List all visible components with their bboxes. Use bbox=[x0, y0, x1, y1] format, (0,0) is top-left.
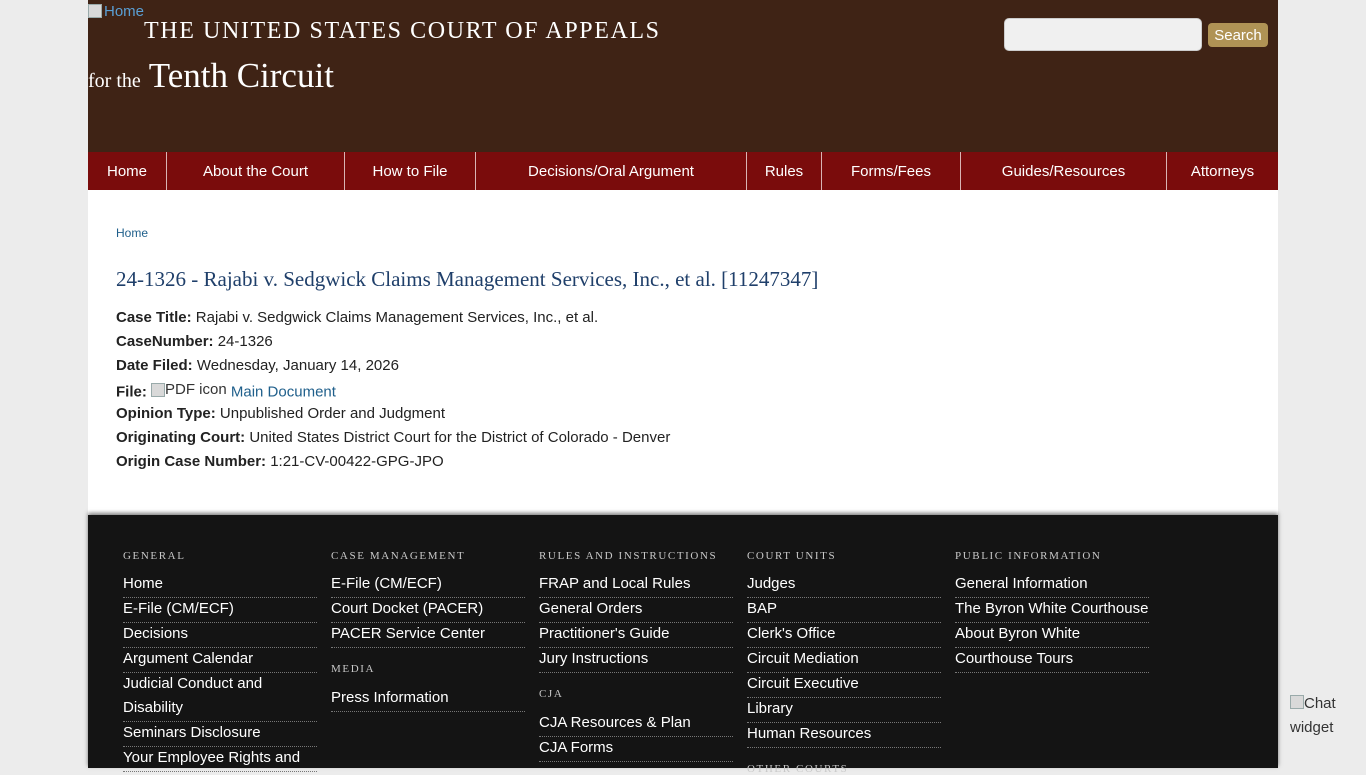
footer-heading-general: GENERAL bbox=[123, 550, 186, 562]
footer-link[interactable]: Your Employee Rights and bbox=[123, 746, 317, 772]
footer-heading-public-information: PUBLIC INFORMATION bbox=[955, 550, 1102, 562]
case-title-row: Case Title: Rajabi v. Sedgwick Claims Ma… bbox=[116, 309, 598, 326]
footer-heading-rules: RULES AND INSTRUCTIONS bbox=[539, 550, 718, 562]
home-logo-alt: Home bbox=[104, 2, 145, 20]
pdf-icon-alt: PDF icon bbox=[165, 381, 227, 398]
origin-case-number-label: Origin Case Number: bbox=[116, 453, 267, 470]
footer-link[interactable]: CJA Forms bbox=[539, 736, 733, 762]
footer-heading-court-units: COURT UNITS bbox=[747, 550, 837, 562]
nav-home[interactable]: Home bbox=[88, 152, 166, 190]
footer-link[interactable]: About Byron White bbox=[955, 622, 1149, 648]
nav-forms-fees[interactable]: Forms/Fees bbox=[821, 152, 960, 190]
footer-heading-cja: CJA bbox=[539, 688, 564, 700]
broken-image-icon bbox=[88, 4, 102, 18]
opinion-type-row: Opinion Type: Unpublished Order and Judg… bbox=[116, 405, 445, 422]
footer-link[interactable]: Seminars Disclosure bbox=[123, 721, 317, 747]
footer-link[interactable]: General Information bbox=[955, 572, 1149, 598]
page: Home THE UNITED STATES COURT OF APPEALS … bbox=[88, 0, 1278, 775]
case-number-value: 24-1326 bbox=[217, 333, 273, 350]
nav-how-to-file[interactable]: How to File bbox=[344, 152, 475, 190]
search-input[interactable] bbox=[1004, 18, 1202, 51]
footer-link[interactable]: The Byron White Courthouse bbox=[955, 597, 1149, 623]
footer-link[interactable]: Court Docket (PACER) bbox=[331, 597, 525, 623]
opinion-type-label: Opinion Type: bbox=[116, 405, 216, 422]
case-number-row: CaseNumber: 24-1326 bbox=[116, 333, 273, 350]
footer-link[interactable]: Jury Instructions bbox=[539, 647, 733, 673]
footer-link[interactable]: General Orders bbox=[539, 597, 733, 623]
originating-court-label: Originating Court: bbox=[116, 429, 246, 446]
opinion-type-value: Unpublished Order and Judgment bbox=[219, 405, 446, 422]
breadcrumb-home[interactable]: Home bbox=[116, 226, 148, 240]
footer-link[interactable]: Decisions bbox=[123, 622, 317, 648]
main-content: Home 24-1326 - Rajabi v. Sedgwick Claims… bbox=[88, 190, 1278, 515]
footer-link[interactable]: Circuit Mediation bbox=[747, 647, 941, 673]
home-logo-link[interactable]: Home bbox=[88, 2, 144, 20]
site-title-for-the: for the bbox=[88, 70, 141, 92]
nav-guides-resources[interactable]: Guides/Resources bbox=[960, 152, 1166, 190]
nav-rules[interactable]: Rules bbox=[746, 152, 821, 190]
date-filed-label: Date Filed: bbox=[116, 357, 193, 374]
case-title-label: Case Title: bbox=[116, 309, 192, 326]
nav-decisions-oral-argument[interactable]: Decisions/Oral Argument bbox=[475, 152, 746, 190]
footer-link[interactable]: FRAP and Local Rules bbox=[539, 572, 733, 598]
footer-link[interactable]: Judicial Conduct and Disability bbox=[123, 672, 317, 722]
footer-link[interactable]: Press Information bbox=[331, 686, 525, 712]
origin-case-number-row: Origin Case Number: 1:21-CV-00422-GPG-JP… bbox=[116, 453, 444, 470]
case-title-value: Rajabi v. Sedgwick Claims Management Ser… bbox=[195, 309, 599, 326]
footer-link[interactable]: BAP bbox=[747, 597, 941, 623]
pdf-icon: PDF icon bbox=[151, 381, 227, 398]
search-button[interactable]: Search bbox=[1208, 23, 1268, 47]
originating-court-row: Originating Court: United States Distric… bbox=[116, 429, 670, 446]
site-header: Home THE UNITED STATES COURT OF APPEALS … bbox=[88, 0, 1278, 152]
footer-link[interactable]: Practitioner's Guide bbox=[539, 622, 733, 648]
broken-image-icon bbox=[1290, 695, 1304, 709]
broken-image-icon bbox=[151, 382, 166, 397]
footer-link[interactable]: CJA Resources & Plan bbox=[539, 711, 733, 737]
chat-widget-button[interactable]: Chat widget bbox=[1290, 692, 1350, 740]
page-title: 24-1326 - Rajabi v. Sedgwick Claims Mana… bbox=[116, 267, 819, 291]
file-label: File: bbox=[116, 383, 147, 401]
footer-heading-case-management: CASE MANAGEMENT bbox=[331, 550, 466, 562]
footer-heading-other-courts: OTHER COURTS bbox=[747, 763, 849, 775]
footer-heading-media: MEDIA bbox=[331, 663, 376, 675]
nav-about-the-court[interactable]: About the Court bbox=[166, 152, 344, 190]
footer-link[interactable]: E-File (CM/ECF) bbox=[123, 597, 317, 623]
date-filed-value: Wednesday, January 14, 2026 bbox=[196, 357, 399, 374]
site-title-line2: for the Tenth Circuit bbox=[88, 56, 334, 96]
nav-attorneys[interactable]: Attorneys bbox=[1166, 152, 1278, 190]
footer-link[interactable]: Courthouse Tours bbox=[955, 647, 1149, 673]
footer-link[interactable]: Library bbox=[747, 697, 941, 723]
site-title-line1: THE UNITED STATES COURT OF APPEALS bbox=[144, 18, 661, 44]
main-document-link[interactable]: Main Document bbox=[231, 384, 336, 401]
footer-link[interactable]: Argument Calendar bbox=[123, 647, 317, 673]
site-footer: GENERAL Home E-File (CM/ECF) Decisions A… bbox=[88, 515, 1278, 775]
origin-case-number-value: 1:21-CV-00422-GPG-JPO bbox=[270, 453, 444, 470]
file-row: File: PDF icon Main Document bbox=[116, 381, 336, 401]
footer-link[interactable]: Circuit Executive bbox=[747, 672, 941, 698]
date-filed-row: Date Filed: Wednesday, January 14, 2026 bbox=[116, 357, 399, 374]
footer-link[interactable]: Human Resources bbox=[747, 722, 941, 748]
footer-link[interactable]: Clerk's Office bbox=[747, 622, 941, 648]
footer-link[interactable]: Judges bbox=[747, 572, 941, 598]
footer-link[interactable]: PACER Service Center bbox=[331, 622, 525, 648]
case-number-label: CaseNumber: bbox=[116, 333, 214, 350]
originating-court-value: United States District Court for the Dis… bbox=[249, 429, 671, 446]
site-title-circuit: Tenth Circuit bbox=[148, 56, 334, 95]
footer-link[interactable]: Home bbox=[123, 572, 317, 598]
main-nav: Home About the Court How to File Decisio… bbox=[88, 152, 1278, 190]
footer-link[interactable]: E-File (CM/ECF) bbox=[331, 572, 525, 598]
